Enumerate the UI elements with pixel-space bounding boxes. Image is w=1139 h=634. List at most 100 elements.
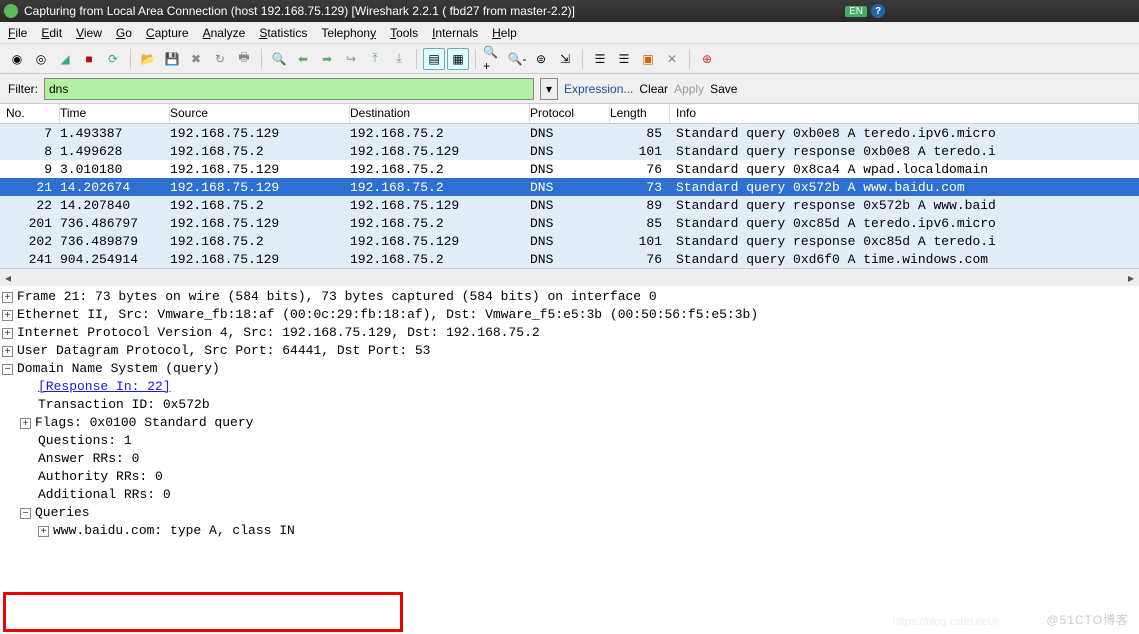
filter-input[interactable] (44, 78, 534, 100)
expand-icon[interactable]: + (20, 418, 31, 429)
table-row[interactable]: 202 736.489879192.168.75.2192.168.75.129… (0, 232, 1139, 250)
menu-edit[interactable]: Edit (41, 26, 62, 40)
detail-line: Internet Protocol Version 4, Src: 192.16… (17, 324, 540, 342)
table-row[interactable]: 241 904.254914192.168.75.129192.168.75.2… (0, 250, 1139, 268)
table-row[interactable]: 201 736.486797192.168.75.129192.168.75.2… (0, 214, 1139, 232)
back-icon[interactable]: ⬅ (292, 48, 314, 70)
help-icon: ? (871, 4, 885, 18)
detail-line: Transaction ID: 0x572b (38, 396, 210, 414)
prefs-icon[interactable]: ✕ (661, 48, 683, 70)
table-row[interactable]: 8 1.499628192.168.75.2192.168.75.129DNS1… (0, 142, 1139, 160)
save-icon[interactable]: 💾 (161, 48, 183, 70)
zoom-in-icon[interactable]: 🔍+ (482, 48, 504, 70)
menu-go[interactable]: Go (116, 26, 132, 40)
col-proto[interactable]: Protocol (530, 104, 610, 123)
options-icon[interactable]: ◎ (30, 48, 52, 70)
separator (582, 49, 583, 69)
filter-label: Filter: (8, 82, 38, 96)
packet-list[interactable]: 7 1.493387192.168.75.129192.168.75.2DNS8… (0, 124, 1139, 268)
watermark-faint: https://blog.csdn.net/li (893, 616, 999, 628)
menu-file[interactable]: File (8, 26, 27, 40)
collapse-icon[interactable]: − (20, 508, 31, 519)
menubar: File Edit View Go Capture Analyze Statis… (0, 22, 1139, 44)
response-link[interactable]: [Response In: 22] (38, 378, 171, 396)
language-indicator: EN ? (845, 4, 885, 18)
col-no[interactable]: No. (0, 104, 60, 123)
find-icon[interactable]: 🔍 (268, 48, 290, 70)
close-icon[interactable]: ✖ (185, 48, 207, 70)
separator (261, 49, 262, 69)
lang-badge: EN (845, 6, 867, 17)
toolbar: ◉ ◎ ◢ ■ ⟳ 📂 💾 ✖ ↻ 🖶 🔍 ⬅ ➡ ↪ ⤒ ⤓ ▤ ▦ 🔍+ 🔍… (0, 44, 1139, 74)
expand-icon[interactable]: + (2, 310, 13, 321)
menu-capture[interactable]: Capture (146, 26, 189, 40)
col-time[interactable]: Time (60, 104, 170, 123)
col-info[interactable]: Info (670, 104, 1139, 123)
detail-line: Frame 21: 73 bytes on wire (584 bits), 7… (17, 288, 657, 306)
expand-icon[interactable]: + (2, 292, 13, 303)
filter-dropdown-icon[interactable]: ▾ (540, 78, 558, 100)
goto-icon[interactable]: ↪ (340, 48, 362, 70)
packet-list-header: No. Time Source Destination Protocol Len… (0, 104, 1139, 124)
menu-view[interactable]: View (76, 26, 102, 40)
detail-line: User Datagram Protocol, Src Port: 64441,… (17, 342, 430, 360)
scroll-left-icon[interactable]: ◂ (0, 271, 16, 285)
zoom-reset-icon[interactable]: ⊜ (530, 48, 552, 70)
hscrollbar[interactable]: ◂ ▸ (0, 268, 1139, 286)
detail-line: Answer RRs: 0 (38, 450, 139, 468)
first-icon[interactable]: ⤒ (364, 48, 386, 70)
menu-help[interactable]: Help (492, 26, 517, 40)
start-icon[interactable]: ◢ (54, 48, 76, 70)
table-row[interactable]: 9 3.010180192.168.75.129192.168.75.2DNS7… (0, 160, 1139, 178)
watermark: @51CTO博客 (1046, 611, 1129, 628)
detail-line: Authority RRs: 0 (38, 468, 163, 486)
menu-statistics[interactable]: Statistics (259, 26, 307, 40)
wireshark-icon (4, 4, 18, 18)
table-row[interactable]: 21 14.202674192.168.75.129192.168.75.2DN… (0, 178, 1139, 196)
last-icon[interactable]: ⤓ (388, 48, 410, 70)
reload-icon[interactable]: ↻ (209, 48, 231, 70)
table-row[interactable]: 22 14.207840192.168.75.2192.168.75.129DN… (0, 196, 1139, 214)
separator (130, 49, 131, 69)
col-src[interactable]: Source (170, 104, 350, 123)
highlight-box (3, 592, 403, 632)
resize-cols-icon[interactable]: ⇲ (554, 48, 576, 70)
forward-icon[interactable]: ➡ (316, 48, 338, 70)
save-button[interactable]: Save (710, 82, 737, 96)
zoom-out-icon[interactable]: 🔍- (506, 48, 528, 70)
coloring-rules-icon[interactable]: ▣ (637, 48, 659, 70)
expression-button[interactable]: Expression... (564, 82, 633, 96)
clear-button[interactable]: Clear (639, 82, 668, 96)
detail-line: Ethernet II, Src: Vmware_fb:18:af (00:0c… (17, 306, 758, 324)
stop-icon[interactable]: ■ (78, 48, 100, 70)
colorize-icon[interactable]: ▤ (423, 48, 445, 70)
separator (416, 49, 417, 69)
restart-icon[interactable]: ⟳ (102, 48, 124, 70)
interfaces-icon[interactable]: ◉ (6, 48, 28, 70)
autoscroll-icon[interactable]: ▦ (447, 48, 469, 70)
detail-line: Domain Name System (query) (17, 360, 220, 378)
packet-details[interactable]: + Frame 21: 73 bytes on wire (584 bits), … (0, 286, 1139, 542)
menu-analyze[interactable]: Analyze (203, 26, 246, 40)
separator (689, 49, 690, 69)
menu-telephony[interactable]: Telephony (321, 26, 376, 40)
capture-filters-icon[interactable]: ☰ (589, 48, 611, 70)
table-row[interactable]: 7 1.493387192.168.75.129192.168.75.2DNS8… (0, 124, 1139, 142)
open-icon[interactable]: 📂 (137, 48, 159, 70)
expand-icon[interactable]: + (38, 526, 49, 537)
menu-tools[interactable]: Tools (390, 26, 418, 40)
expand-icon[interactable]: + (2, 328, 13, 339)
help-toolbar-icon[interactable]: ⊕ (696, 48, 718, 70)
apply-button[interactable]: Apply (674, 82, 704, 96)
scroll-right-icon[interactable]: ▸ (1123, 271, 1139, 285)
col-len[interactable]: Length (610, 104, 670, 123)
window-title: Capturing from Local Area Connection (ho… (24, 4, 575, 18)
collapse-icon[interactable]: − (2, 364, 13, 375)
detail-line: Additional RRs: 0 (38, 486, 171, 504)
display-filters-icon[interactable]: ☰ (613, 48, 635, 70)
menu-internals[interactable]: Internals (432, 26, 478, 40)
print-icon[interactable]: 🖶 (233, 48, 255, 70)
col-dst[interactable]: Destination (350, 104, 530, 123)
expand-icon[interactable]: + (2, 346, 13, 357)
detail-line: www.baidu.com: type A, class IN (53, 522, 295, 540)
